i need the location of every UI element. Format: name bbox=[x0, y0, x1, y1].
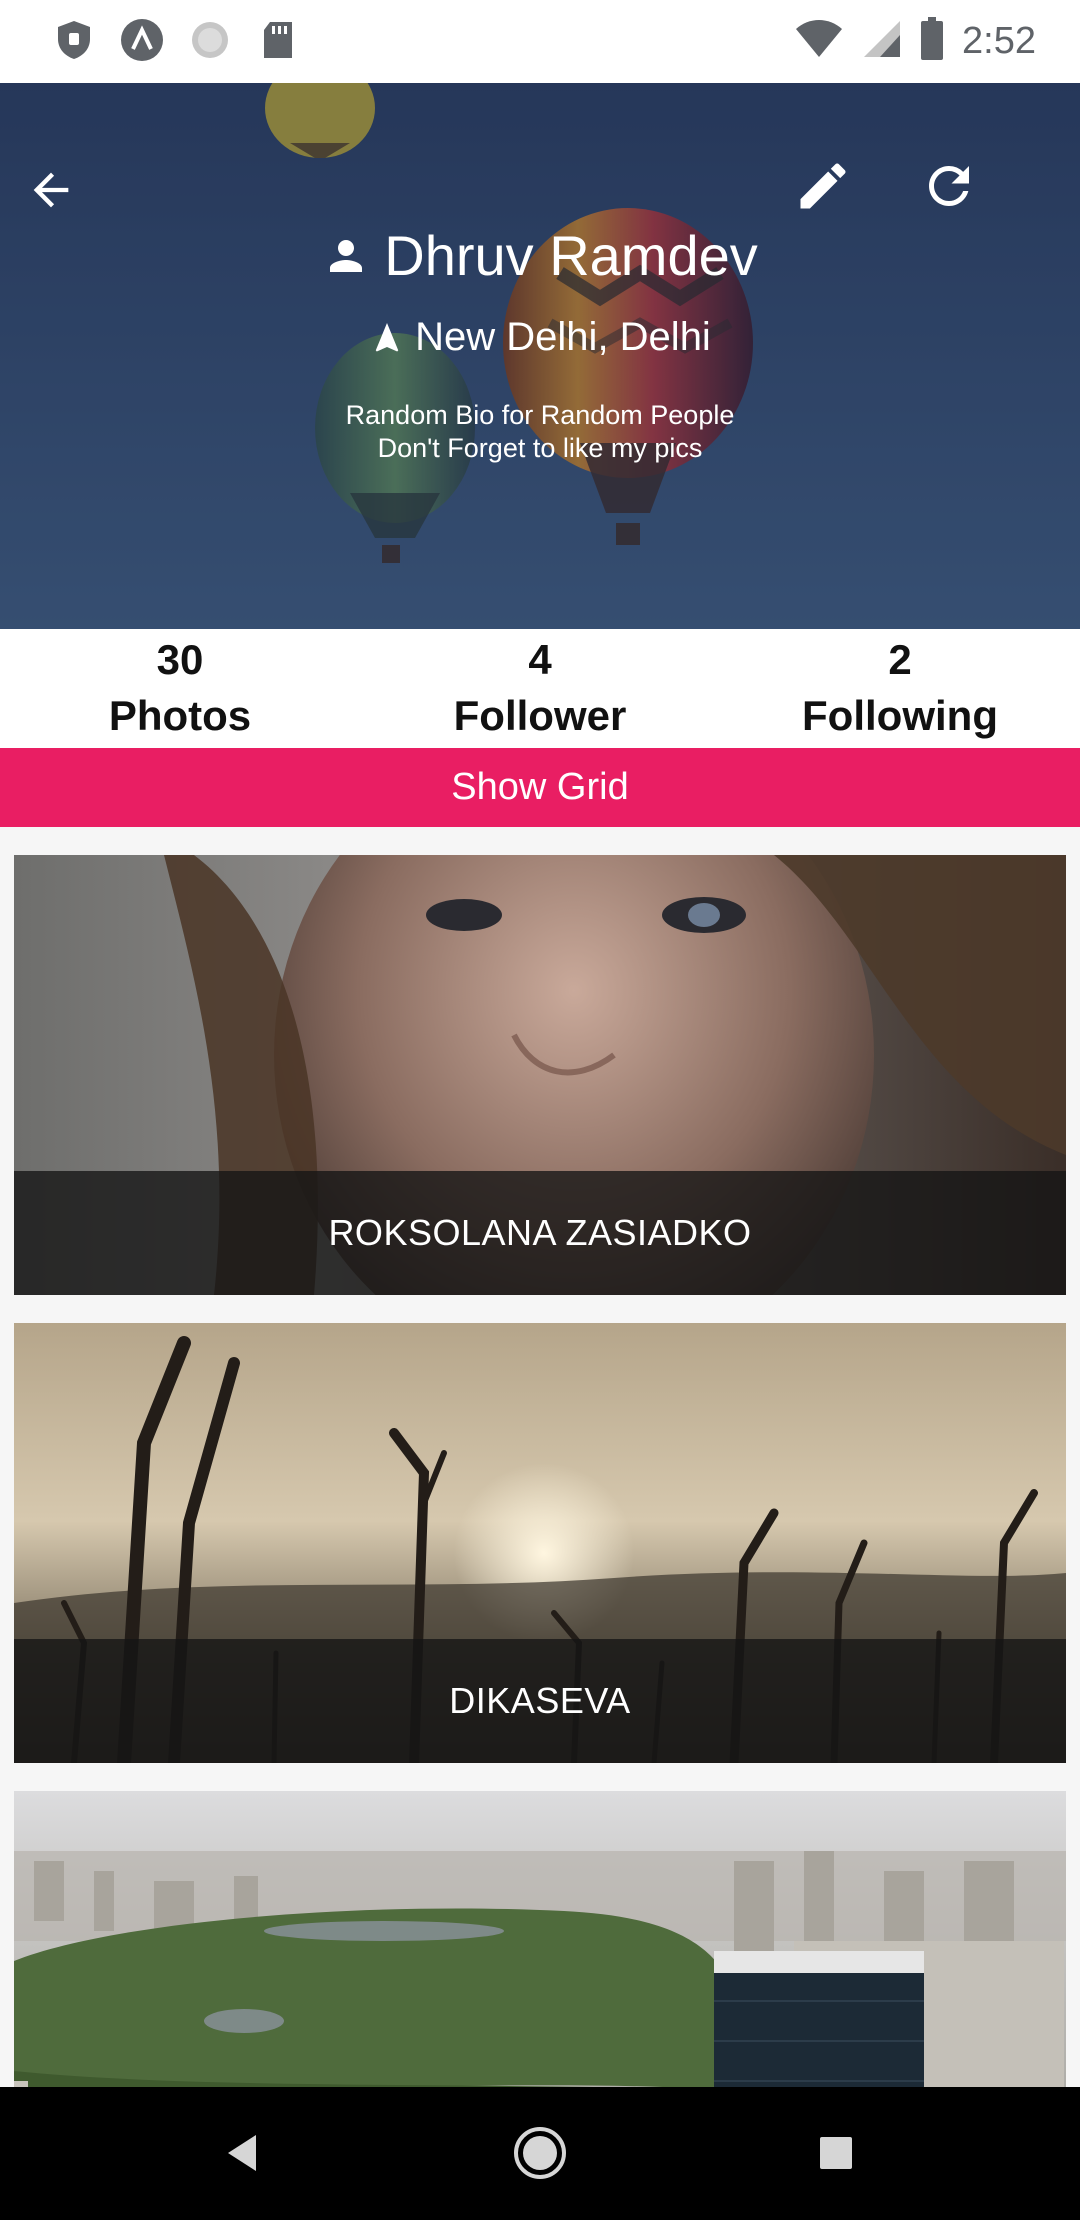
nav-recents-button[interactable] bbox=[796, 2113, 876, 2193]
profile-cover: Dhruv Ramdev New Delhi, Delhi Random Bio… bbox=[0, 83, 1080, 629]
edit-profile-button[interactable] bbox=[778, 141, 868, 231]
profile-name-text: Dhruv Ramdev bbox=[384, 224, 758, 287]
bio-line: Random Bio for Random People bbox=[345, 400, 735, 430]
stat-value: 30 bbox=[156, 636, 204, 683]
photo-author: ROKSOLANA ZASIADKO bbox=[14, 1171, 1066, 1295]
person-icon bbox=[330, 239, 363, 272]
square-recents-icon bbox=[820, 2137, 852, 2169]
profile-location: New Delhi, Delhi bbox=[0, 315, 1080, 360]
battery-icon bbox=[920, 17, 944, 66]
stat-followers[interactable]: 4 Follower bbox=[360, 629, 720, 747]
stat-label: Photos bbox=[108, 692, 252, 739]
stat-label: Following bbox=[802, 692, 998, 739]
status-time: 2:52 bbox=[962, 20, 1036, 62]
bio-line: Don't Forget to like my pics bbox=[377, 433, 703, 463]
profile-stats: 30 Photos 4 Follower 2 Following bbox=[0, 629, 1080, 747]
photo-card[interactable]: DIKASEVA bbox=[14, 1323, 1066, 1763]
stat-photos[interactable]: 30 Photos bbox=[0, 629, 360, 747]
photo-image bbox=[14, 1791, 1066, 2087]
sd-card-icon bbox=[256, 18, 300, 62]
back-button[interactable] bbox=[6, 145, 96, 235]
photo-feed[interactable]: ROKSOLANA ZASIADKO DIKASEVA bbox=[0, 827, 1080, 2087]
stat-value: 2 bbox=[888, 636, 912, 683]
status-bar: 2:52 bbox=[0, 0, 1080, 83]
circle-icon bbox=[188, 18, 232, 62]
profile-location-text: New Delhi, Delhi bbox=[415, 315, 711, 359]
refresh-icon bbox=[929, 166, 969, 206]
stat-label: Follower bbox=[453, 692, 627, 739]
home-circle-icon bbox=[514, 2127, 566, 2179]
profile-bio: Random Bio for Random People Don't Forge… bbox=[0, 399, 1080, 465]
stat-following[interactable]: 2 Following bbox=[720, 629, 1080, 747]
app-icon bbox=[120, 18, 164, 62]
signal-icon bbox=[862, 19, 902, 64]
triangle-back-icon bbox=[228, 2135, 256, 2171]
show-grid-button[interactable]: Show Grid bbox=[0, 748, 1080, 827]
photo-card[interactable]: ROKSOLANA ZASIADKO bbox=[14, 855, 1066, 1295]
navigation-arrow-icon bbox=[375, 322, 399, 351]
nav-back-button[interactable] bbox=[202, 2113, 282, 2193]
refresh-button[interactable] bbox=[904, 141, 994, 231]
stat-value: 4 bbox=[528, 636, 552, 683]
wifi-icon bbox=[794, 19, 844, 64]
shield-icon bbox=[52, 18, 96, 62]
system-navigation-bar bbox=[0, 2087, 1080, 2220]
photo-card[interactable] bbox=[14, 1791, 1066, 2087]
arrow-back-icon bbox=[33, 172, 69, 208]
nav-home-button[interactable] bbox=[500, 2113, 580, 2193]
profile-name: Dhruv Ramdev bbox=[0, 223, 1080, 288]
pencil-icon bbox=[800, 163, 846, 209]
photo-author: DIKASEVA bbox=[14, 1639, 1066, 1763]
